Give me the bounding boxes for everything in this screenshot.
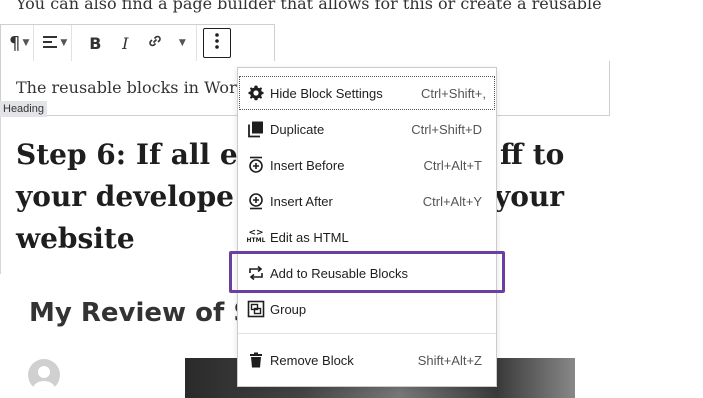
menu-item-insert-after[interactable]: Insert After Ctrl+Alt+Y	[238, 183, 496, 219]
gear-icon	[246, 83, 266, 103]
trash-icon	[246, 350, 266, 370]
duplicate-icon	[246, 119, 266, 139]
menu-item-shortcut: Ctrl+Shift+D	[411, 121, 482, 137]
group-icon	[246, 299, 266, 319]
menu-item-group[interactable]: Group	[238, 291, 496, 327]
menu-item-remove-block[interactable]: Remove Block Shift+Alt+Z	[238, 342, 496, 378]
alignment-group: ▼	[34, 25, 73, 61]
heading-line1-right-text: ff to	[500, 138, 565, 171]
pilcrow-icon: ¶	[9, 32, 21, 54]
block-type-badge: Heading	[0, 101, 47, 117]
insert-before-icon	[246, 155, 266, 175]
more-options-button[interactable]	[203, 28, 232, 58]
link-icon	[146, 32, 164, 54]
block-type-group: ¶ ▼	[1, 25, 35, 61]
code-brackets-glyph: <>	[248, 228, 264, 238]
menu-item-label: Insert After	[270, 193, 333, 209]
align-left-icon	[42, 34, 58, 53]
html-icon: <> HTML	[246, 227, 266, 247]
menu-item-insert-before[interactable]: Insert Before Ctrl+Alt+T	[238, 147, 496, 183]
menu-item-hide-block-settings[interactable]: Hide Block Settings Ctrl+Shift+,	[238, 75, 496, 111]
menu-item-shortcut: Shift+Alt+Z	[417, 352, 482, 368]
vertical-ellipsis-icon	[214, 32, 220, 54]
paragraph-text[interactable]: The reusable blocks in WordI	[16, 78, 253, 97]
menu-item-label: Edit as HTML	[270, 229, 349, 245]
heading-line2-text: your develope	[16, 180, 234, 213]
block-settings-menu: Hide Block Settings Ctrl+Shift+, Duplica…	[237, 67, 497, 387]
heading-line2-right-text: your	[494, 180, 565, 213]
review-heading[interactable]: My Review of S	[29, 298, 252, 328]
menu-item-label: Duplicate	[270, 121, 325, 137]
chevron-down-icon: ▼	[22, 38, 30, 48]
menu-item-shortcut: Ctrl+Alt+Y	[422, 193, 482, 209]
heading-line1-text: Step 6: If all el	[16, 138, 249, 171]
insert-after-icon	[246, 191, 266, 211]
menu-item-shortcut: Ctrl+Alt+T	[423, 157, 482, 173]
menu-item-edit-as-html[interactable]: <> HTML Edit as HTML	[238, 219, 496, 255]
menu-separator	[238, 333, 496, 334]
italic-button[interactable]: I	[110, 28, 140, 58]
menu-item-shortcut: Ctrl+Shift+,	[420, 85, 486, 101]
avatar	[28, 359, 60, 391]
menu-item-label: Hide Block Settings	[270, 85, 383, 101]
block-toolbar: ¶ ▼ ▼ B I ▼	[0, 24, 275, 62]
align-button[interactable]: ▼	[42, 28, 71, 58]
paragraph-type-button[interactable]: ¶ ▼	[9, 28, 33, 58]
heading-line3-text: website	[16, 222, 135, 255]
highlight-annotation-box	[229, 251, 505, 293]
chevron-down-icon: ▼	[60, 38, 68, 48]
html-icon-text: HTML	[246, 237, 266, 244]
menu-item-duplicate[interactable]: Duplicate Ctrl+Shift+D	[238, 111, 496, 147]
more-formats-button[interactable]: ▼	[170, 28, 196, 58]
paragraph-above: You can also find a page builder that al…	[16, 0, 602, 13]
menu-item-label: Group	[270, 301, 307, 317]
link-button[interactable]	[140, 28, 170, 58]
bold-button[interactable]: B	[80, 28, 110, 58]
chevron-down-icon: ▼	[178, 38, 186, 48]
format-group: B I ▼	[72, 25, 198, 61]
menu-item-label: Insert Before	[270, 157, 345, 173]
menu-item-label: Remove Block	[270, 352, 354, 368]
more-options-group	[197, 25, 232, 61]
